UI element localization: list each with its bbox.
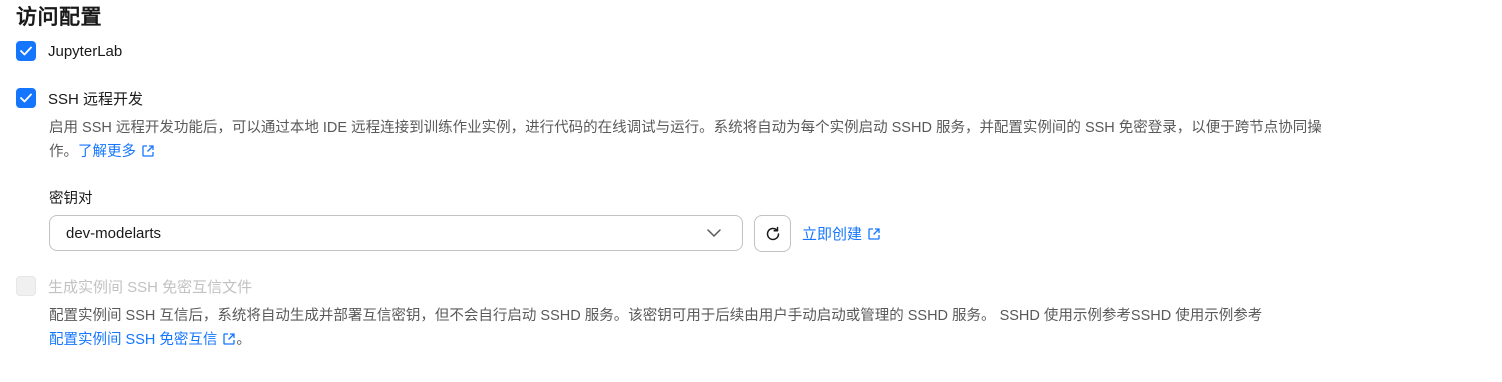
ssh-remote-dev-option[interactable]: SSH 远程开发 (16, 87, 143, 109)
mutual-trust-description-line2: 配置实例间 SSH 免密互信 。 (49, 328, 1489, 352)
ssh-description: 启用 SSH 远程开发功能后，可以通过本地 IDE 远程连接到训练作业实例，进行… (49, 116, 1489, 164)
learn-more-label[interactable]: 了解更多 (78, 144, 136, 160)
ssh-description-line1: 启用 SSH 远程开发功能后，可以通过本地 IDE 远程连接到训练作业实例，进行… (49, 120, 1322, 136)
jupyterlab-label[interactable]: JupyterLab (48, 43, 122, 60)
key-pair-select[interactable]: dev-modelarts (49, 215, 743, 251)
ssh-description-prefix: 作。 (49, 144, 78, 160)
external-link-icon (223, 333, 236, 345)
mutual-trust-description-line1: 配置实例间 SSH 互信后，系统将自动生成并部署互信密钥，但不会自行启动 SSH… (49, 308, 1263, 324)
create-now-label[interactable]: 立即创建 (802, 226, 862, 243)
access-config-page: 访问配置 JupyterLab SSH 远程开发 启用 SSH 远程开发功能后，… (0, 0, 1502, 382)
learn-more-link[interactable]: 了解更多 (78, 144, 155, 160)
mutual-trust-description-suffix: 。 (236, 332, 251, 348)
mutual-trust-checkbox (16, 276, 36, 296)
ssh-remote-dev-label[interactable]: SSH 远程开发 (48, 88, 143, 109)
jupyterlab-checkbox[interactable] (16, 41, 36, 61)
mutual-trust-doc-link[interactable]: 配置实例间 SSH 免密互信 (49, 332, 236, 348)
jupyterlab-option[interactable]: JupyterLab (16, 40, 122, 62)
external-link-icon (868, 228, 880, 240)
external-link-icon (142, 145, 154, 157)
refresh-key-pair-button[interactable] (754, 215, 791, 252)
key-pair-label: 密钥对 (49, 191, 93, 207)
mutual-trust-description: 配置实例间 SSH 互信后，系统将自动生成并部署互信密钥，但不会自行启动 SSH… (49, 304, 1489, 352)
refresh-icon (766, 226, 779, 240)
mutual-trust-label: 生成实例间 SSH 免密互信文件 (48, 278, 253, 296)
check-icon (20, 46, 32, 56)
create-key-pair-link[interactable]: 立即创建 (802, 223, 881, 244)
section-title: 访问配置 (16, 6, 102, 29)
mutual-trust-option: 生成实例间 SSH 免密互信文件 (16, 275, 252, 297)
chevron-down-icon[interactable] (706, 225, 722, 241)
key-pair-selected-value[interactable]: dev-modelarts (66, 225, 706, 242)
check-icon (20, 93, 32, 103)
ssh-remote-dev-checkbox[interactable] (16, 88, 36, 108)
ssh-description-line2: 作。了解更多 (49, 140, 1489, 164)
mutual-trust-doc-link-label[interactable]: 配置实例间 SSH 免密互信 (49, 332, 217, 348)
